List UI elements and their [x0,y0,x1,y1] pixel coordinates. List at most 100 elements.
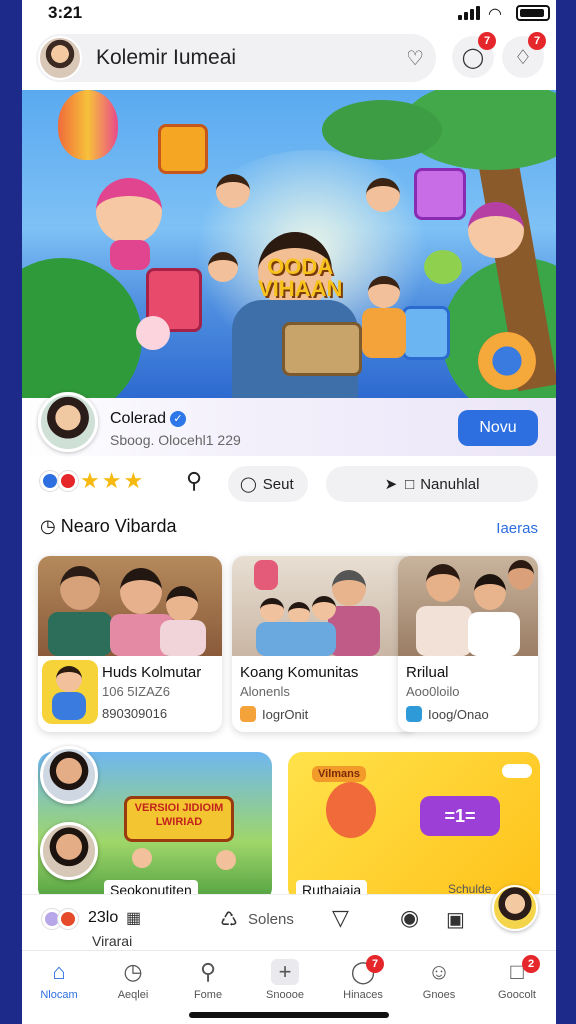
creator-avatar[interactable] [40,822,98,880]
tab-search[interactable]: ⚲ Fome [173,959,243,1001]
card-title: Rrilual [406,664,449,681]
tab-groups[interactable]: ☺ Gnoes [404,959,474,1001]
status-time: 3:21 [48,3,83,22]
notifications-button[interactable]: ♢ 7 [502,32,546,78]
bag-icon: □ [405,475,415,493]
heart-icon[interactable]: ♡ [406,46,424,71]
signal-icon [458,6,480,20]
channel-meta: Sboog. Olocehl1 229 [110,432,241,448]
bag-icon: □ 2 [482,955,552,985]
search-icon[interactable]: ⚲ [186,468,202,494]
reaction-icon [40,471,60,491]
banner-logo: OODA VIHAAN [258,254,343,301]
tab-shop[interactable]: □ 2 Goocolt [482,955,552,1001]
search-icon: ⚲ [199,959,217,984]
cartoon-kid [208,252,238,282]
see-more-link[interactable]: Iaeras [496,520,538,537]
cartoon-kid [368,276,400,308]
mini-count: 23lo [88,909,119,926]
verified-icon: ✓ [170,411,187,427]
sort-label: Seut [262,475,294,493]
caption-icon[interactable]: ▣ [446,907,465,932]
tab-messages[interactable]: ◯ 7 Hinaces [328,955,398,1001]
balloon-icon [58,90,118,160]
mini-label: Solens [248,911,294,928]
sort-button[interactable]: ◯ Seut [228,466,308,502]
now-button[interactable]: Novu [458,410,538,446]
tab-home[interactable]: ⌂ Nlocam [24,959,94,1001]
cartoon-kid [366,178,400,212]
community-card[interactable]: Rrilual Aoo0loilo Ioog/Onao [398,556,538,732]
home-icon: ⌂ [52,959,66,984]
grid-icon[interactable]: ▦ [126,908,141,928]
mini-avatar[interactable] [492,885,538,931]
tab-activity[interactable]: ◷ Aeqlei [98,959,168,1001]
mini-player: 23lo ▦ Virarai ♺ Solens ▽ ◉ ▣ [22,885,556,950]
card-title: Koang Komunitas [240,664,359,681]
card-meta: IogrOnit [262,706,309,722]
chat-icon: ◯ 7 [328,955,398,985]
promo-card[interactable]: Vilmans =1= Ruthaiaia Schulde [288,752,540,902]
tab-bar: ⌂ Nlocam ◷ Aeqlei ⚲ Fome + Snoooe ◯ 7 Hin… [22,950,556,1024]
promo-art-title: VERSIOI JIDIOIM LWIRIAD [124,796,234,842]
share-icon: ➤ [384,476,398,493]
tab-badge: 7 [366,955,384,973]
channel-avatar[interactable] [38,392,98,452]
tag-icon[interactable]: ♺ [220,907,238,932]
cartoon-kid [216,174,250,208]
person-icon: ☺ [427,959,451,984]
cartoon-girl [96,178,162,244]
tree-decoration [22,258,142,398]
channel-row: Colerad ✓ Sboog. Olocehl1 229 Novu [22,392,556,456]
creator-avatar[interactable] [40,746,98,804]
triangle-icon[interactable]: ▽ [332,905,349,931]
share-label: Nanuhlal [420,475,480,493]
hero-banner[interactable]: OODA VIHAAN [22,90,556,398]
share-button[interactable]: ➤ □ Nanuhlal [326,466,538,502]
toy-block-icon [414,168,466,220]
notifications-badge: 7 [528,32,546,50]
card-thumbnail [42,660,98,724]
messages-button[interactable]: ◯ 7 [452,32,496,78]
messages-badge: 7 [478,32,496,50]
card-subtitle: Alonenls [240,684,290,699]
card-subtitle: 106 5IZAZ6 [102,684,170,699]
cartoon-girl [468,202,524,258]
battery-icon [516,5,550,21]
toy-block-icon [402,306,450,360]
rating-stars[interactable]: ★ ★ ★ [40,470,143,492]
community-card[interactable]: Koang Komunitas Alonenls IogrOnit [232,556,416,732]
toy-block-icon [158,124,208,174]
mini-sub: Virarai [92,933,133,949]
community-card[interactable]: Huds Kolmutar 106 5IZAZ6 890309016 [38,556,222,732]
reaction-icon [58,909,78,929]
tablet-device [282,322,362,376]
card-photo [232,556,416,656]
promo-badge: =1= [420,796,500,836]
card-photo [38,556,222,656]
card-title: Huds Kolmutar [102,664,202,681]
promo-tag: Vilmans [312,766,366,782]
app-screen: Kolemir Iumeai ♡ ◯ 7 ♢ 7 OODA VIHAAN Col… [22,0,556,1024]
tab-create[interactable]: + Snoooe [250,959,320,1001]
cartoon-pig [136,316,170,350]
g-logo-icon [478,332,536,390]
profile-avatar[interactable] [38,36,82,80]
cartoon-mascot [326,782,376,838]
cartoon-creature [424,250,462,284]
clock-icon: ◷ [123,959,143,984]
comment-icon: ◯ [240,476,257,493]
search-title: Kolemir Iumeai [96,46,237,69]
card-photo [398,556,538,656]
reaction-icon [58,471,78,491]
action-row: ★ ★ ★ ⚲ ◯ Seut ➤ □ Nanuhlal [22,462,556,506]
channel-name[interactable]: Colerad [110,410,166,427]
card-meta: 890309016 [102,706,168,721]
section-title: ◷ Nearo Vibarda [40,516,177,536]
orange-tag-icon [240,706,256,722]
card-subtitle: Aoo0loilo [406,684,460,699]
card-meta: Ioog/Onao [428,706,489,722]
record-icon[interactable]: ◉ [400,905,419,931]
search-bar[interactable]: Kolemir Iumeai ♡ [36,34,436,82]
tab-badge: 2 [522,955,540,973]
